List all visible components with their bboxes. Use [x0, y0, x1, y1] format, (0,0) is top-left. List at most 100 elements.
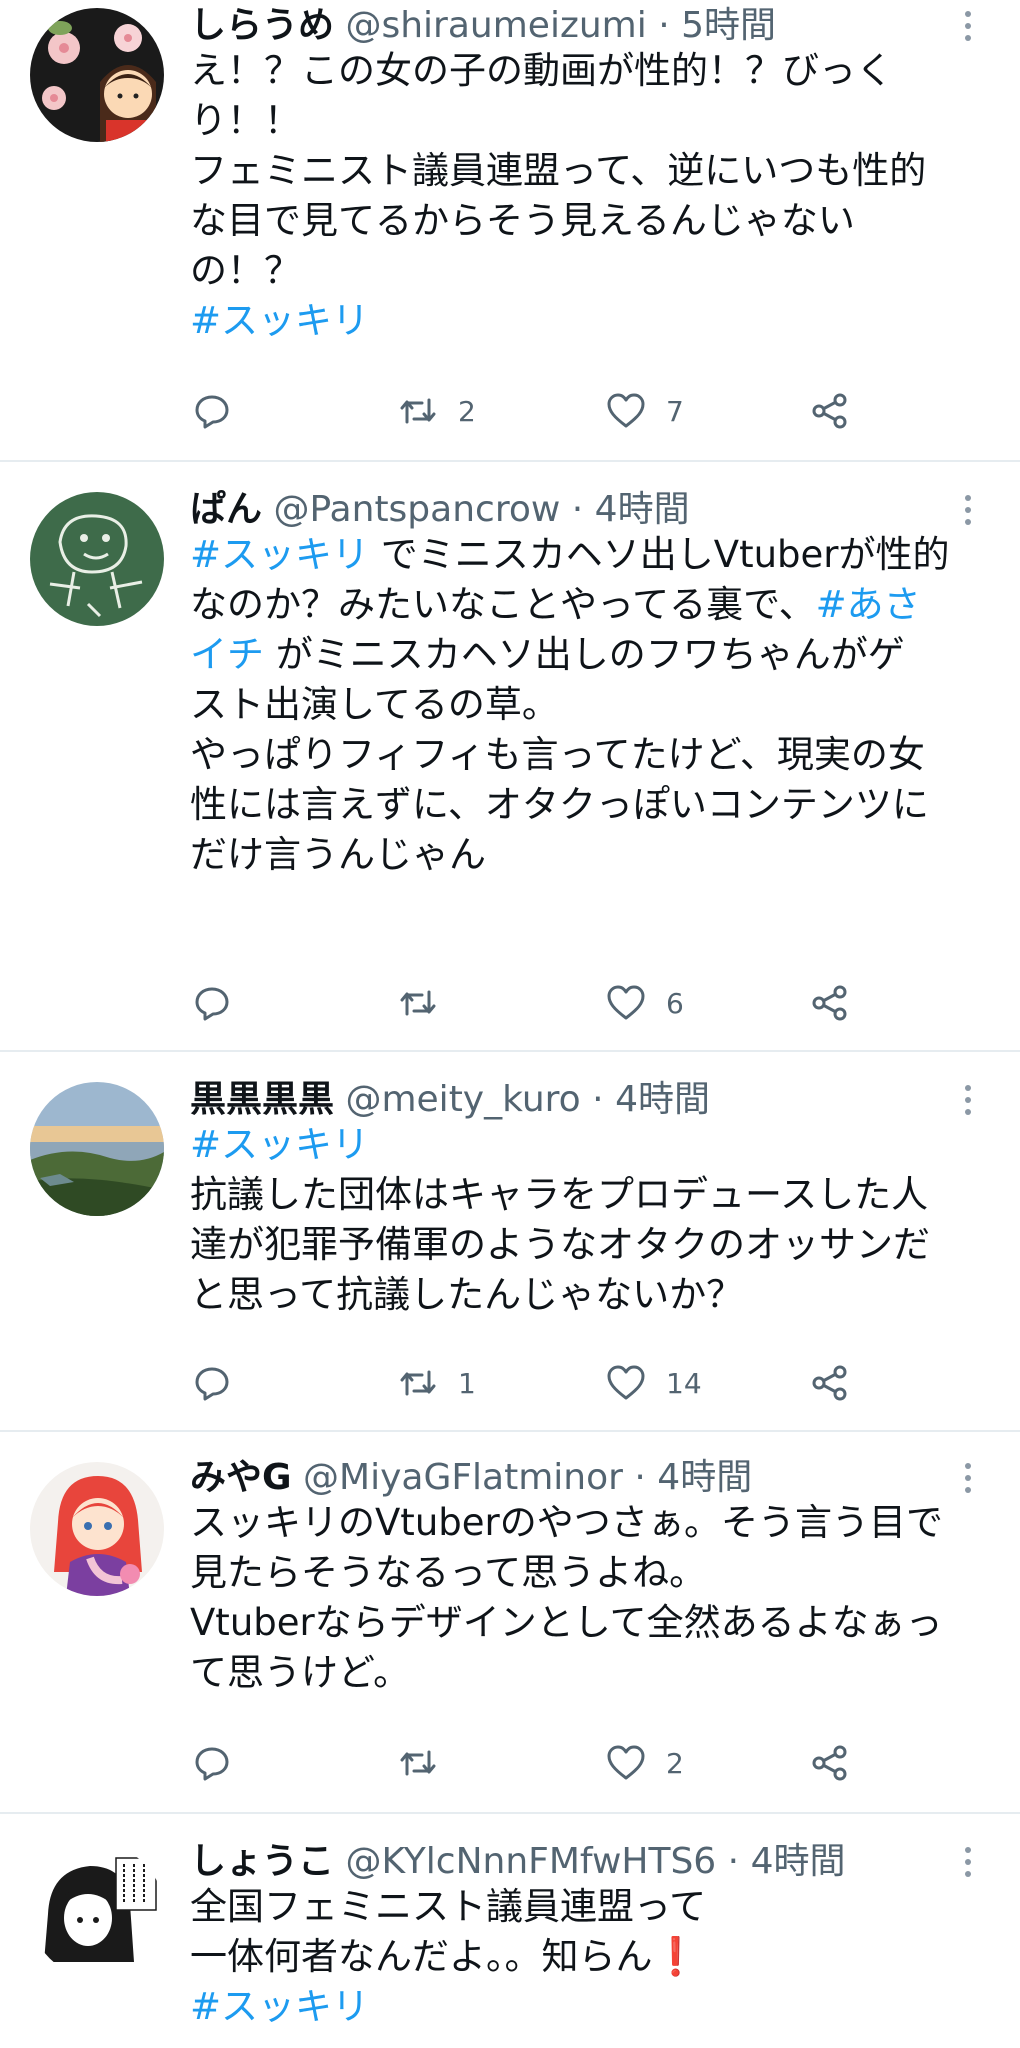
avatar[interactable]	[30, 1844, 164, 1978]
user-handle[interactable]: @shiraumeizumi	[345, 5, 646, 46]
more-options-icon[interactable]	[958, 1078, 978, 1122]
share-button[interactable]	[810, 1358, 850, 1408]
tweet-header: しらうめ @shiraumeizumi · 5時間	[190, 4, 980, 48]
text-segment: 性には言えずに、オタクっぽいコンテンツに	[190, 783, 929, 826]
hashtag-link[interactable]: #スッキリ	[190, 299, 369, 342]
tweet-text: #スッキリ抗議した団体はキャラをプロデュースした人 達が犯罪予備軍のようなオタクの…	[190, 1120, 990, 1320]
separator-dot: ·	[727, 1841, 740, 1882]
display-name[interactable]: 黒黒黒黒	[190, 1079, 334, 1120]
tweet[interactable]: しらうめ @shiraumeizumi · 5時間 え！？この女の子の動画が性的…	[0, 0, 1020, 460]
avatar[interactable]	[30, 1462, 164, 1596]
reply-icon	[195, 1367, 229, 1401]
retweet-button[interactable]: 2	[398, 386, 476, 436]
more-options-icon[interactable]	[958, 1840, 978, 1884]
tweet-text-line: #スッキリ	[190, 1982, 990, 2032]
reply-button[interactable]	[192, 386, 252, 436]
tweet-text-line: だけ言うんじゃん	[190, 830, 990, 880]
text-segment: 達が犯罪予備軍のようなオタクのオッサンだ	[190, 1223, 930, 1266]
tweet-header: 黒黒黒黒 @meity_kuro · 4時間	[190, 1078, 980, 1122]
tweet[interactable]: しょうこ @KYlcNnnFMfwHTS6 · 4時間 全国フェミニスト議員連盟…	[0, 1814, 1020, 2048]
tweet-header: みやG @MiyaGFlatminor · 4時間	[190, 1456, 980, 1500]
like-count: 2	[666, 1746, 684, 1780]
tweet[interactable]: みやG @MiyaGFlatminor · 4時間 スッキリのVtuberのやつ…	[0, 1432, 1020, 1812]
timestamp[interactable]: 4時間	[595, 489, 690, 530]
text-segment: な目で見てるからそう見えるんじゃない	[190, 199, 855, 242]
text-segment: 見たらそうなるって思うよね。	[190, 1551, 707, 1594]
user-handle[interactable]: @MiyaGFlatminor	[303, 1457, 623, 1498]
display-name[interactable]: しょうこ	[190, 1841, 334, 1882]
landscape-avatar-icon	[30, 1082, 164, 1216]
hashtag-link[interactable]: #スッキリ	[190, 1123, 369, 1166]
tweet-text-line: イチ がミニスカヘソ出しのフワちゃんがゲ	[190, 630, 990, 680]
like-button[interactable]: 7	[606, 386, 684, 436]
timestamp[interactable]: 4時間	[615, 1079, 710, 1120]
share-button[interactable]	[810, 386, 850, 436]
text-segment: でミニスカヘソ出しVtuberが性的	[369, 533, 950, 576]
user-handle[interactable]: @KYlcNnnFMfwHTS6	[345, 1841, 716, 1882]
share-button[interactable]	[810, 978, 850, 1028]
share-icon	[812, 985, 847, 1021]
user-handle[interactable]: @Pantspancrow	[273, 489, 560, 530]
user-handle[interactable]: @meity_kuro	[345, 1079, 580, 1120]
tweet-text-line: り！！	[190, 96, 990, 146]
timestamp[interactable]: 4時間	[751, 1841, 846, 1882]
avatar[interactable]	[30, 492, 164, 626]
retweet-icon	[400, 1370, 436, 1396]
tweet-text-line: #スッキリ でミニスカヘソ出しVtuberが性的	[190, 530, 990, 580]
reply-button[interactable]	[192, 1358, 252, 1408]
display-name[interactable]: みやG	[190, 1457, 292, 1498]
tweet-text: 全国フェミニスト議員連盟って 一体何者なんだよ。。知らん❗ #スッキリ	[190, 1882, 990, 2032]
share-icon	[812, 1745, 847, 1781]
like-button[interactable]: 14	[606, 1358, 702, 1408]
tweet-text-line: て思うけど。	[190, 1648, 990, 1698]
retweet-icon	[400, 398, 436, 424]
hashtag-link[interactable]: #スッキリ	[190, 533, 369, 576]
avatar[interactable]	[30, 8, 164, 142]
separator-dot: ·	[634, 1457, 646, 1498]
text-segment: フェミニスト議員連盟って、逆にいつも性的	[190, 149, 927, 192]
like-button[interactable]: 6	[606, 978, 684, 1028]
more-options-icon[interactable]	[958, 1456, 978, 1500]
heart-icon	[607, 1745, 645, 1780]
retweet-button[interactable]	[398, 1738, 458, 1788]
hashtag-link[interactable]: #スッキリ	[190, 1985, 369, 2028]
avatar[interactable]	[30, 1082, 164, 1216]
more-options-icon[interactable]	[958, 4, 978, 48]
tweet-text-line: 達が犯罪予備軍のようなオタクのオッサンだ	[190, 1220, 990, 1270]
text-segment: スト出演してるの草。	[190, 683, 559, 726]
text-segment: スッキリのVtuberのやつさぁ。そう言う目で	[190, 1501, 943, 1544]
chalk-drawing-avatar-icon	[30, 492, 164, 626]
separator-dot: ·	[571, 489, 584, 530]
retweet-count: 1	[458, 1366, 476, 1400]
tweet-text-line: #スッキリ	[190, 1120, 990, 1170]
text-segment: て思うけど。	[190, 1651, 411, 1694]
retweet-button[interactable]: 1	[398, 1358, 476, 1408]
reply-button[interactable]	[192, 978, 252, 1028]
tweet-text-line: Vtuberならデザインとして全然あるよなぁっ	[190, 1598, 990, 1648]
hashtag-link[interactable]: #あさ	[816, 583, 921, 626]
timestamp[interactable]: 4時間	[657, 1457, 752, 1498]
tweet-text-line: 一体何者なんだよ。。知らん❗	[190, 1932, 990, 1982]
more-options-icon[interactable]	[958, 488, 978, 532]
tweet[interactable]: 黒黒黒黒 @meity_kuro · 4時間 #スッキリ抗議した団体はキャラをプ…	[0, 1052, 1020, 1430]
tweet[interactable]: ぱん @Pantspancrow · 4時間 #スッキリ でミニスカヘソ出しVt…	[0, 462, 1020, 1050]
heart-icon	[607, 1365, 645, 1400]
text-segment: の！？	[190, 249, 301, 292]
share-button[interactable]	[810, 1738, 850, 1788]
tweet-text-line: なのか？みたいなことやってる裏で、#あさ	[190, 580, 990, 630]
heart-icon	[607, 985, 645, 1020]
reply-button[interactable]	[192, 1738, 252, 1788]
hashtag-link[interactable]: イチ	[190, 633, 264, 676]
anime-girl-avatar-icon	[30, 1462, 164, 1596]
tweet-text-line: え！？この女の子の動画が性的！？びっく	[190, 46, 990, 96]
timestamp[interactable]: 5時間	[681, 5, 776, 46]
text-segment: 抗議した団体はキャラをプロデュースした人	[190, 1173, 929, 1216]
tweet-text: スッキリのVtuberのやつさぁ。そう言う目で 見たらそうなるって思うよね。 Vtu…	[190, 1498, 990, 1698]
like-button[interactable]: 2	[606, 1738, 684, 1788]
tweet-actions: 2	[0, 1738, 1020, 1788]
text-segment: Vtuberならデザインとして全然あるよなぁっ	[190, 1601, 943, 1644]
retweet-button[interactable]	[398, 978, 458, 1028]
reply-icon	[195, 1747, 229, 1781]
display-name[interactable]: しらうめ	[190, 5, 334, 46]
display-name[interactable]: ぱん	[190, 489, 262, 530]
